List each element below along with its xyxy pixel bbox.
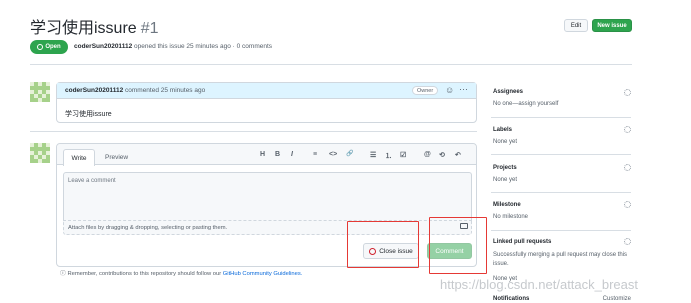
issue-meta: coderSun20201112 opened this issue 25 mi…: [74, 43, 272, 50]
sidebar-divider: [491, 117, 631, 118]
sidebar-divider: [491, 230, 631, 231]
comment-body: 学习使用issure: [65, 111, 112, 118]
mention-icon[interactable]: @: [424, 151, 431, 158]
issue-open-icon: [37, 44, 44, 50]
comment-box: coderSun20201112 commented 25 minutes ag…: [56, 82, 477, 123]
customize-link[interactable]: Customize: [603, 296, 631, 302]
kebab-menu-icon[interactable]: ···: [459, 84, 468, 94]
header-divider: [30, 64, 632, 65]
issue-author-link[interactable]: coderSun20201112: [74, 43, 132, 50]
sidebar-divider: [491, 192, 631, 193]
sidebar-divider: [491, 154, 631, 155]
labels-title: Labels: [493, 127, 513, 133]
status-badge: Open: [30, 40, 68, 54]
tab-write[interactable]: Write: [63, 149, 95, 166]
sidebar-notifications: Notifications Customize: [493, 296, 631, 302]
sidebar-assignees[interactable]: Assignees No one—assign yourself: [493, 89, 558, 107]
edit-button[interactable]: Edit: [564, 19, 588, 32]
link-icon[interactable]: 🔗: [346, 150, 353, 157]
sidebar-milestone[interactable]: Milestone No milestone: [493, 202, 528, 220]
comment-header: coderSun20201112 commented 25 minutes ag…: [57, 83, 476, 99]
info-icon: ⓘ: [60, 271, 66, 277]
saved-reply-icon[interactable]: ↶: [455, 151, 461, 159]
assignees-value[interactable]: No one—assign yourself: [493, 101, 558, 107]
heading-icon[interactable]: H: [260, 151, 265, 158]
task-list-icon[interactable]: ☑: [400, 151, 406, 159]
sidebar-labels[interactable]: Labels None yet: [493, 127, 517, 145]
comment-author-link[interactable]: coderSun20201112: [65, 87, 123, 94]
assignees-title: Assignees: [493, 89, 524, 95]
comment-time: commented 25 minutes ago: [125, 87, 206, 94]
page-title: 学习使用issure #1: [30, 14, 158, 38]
bold-icon[interactable]: B: [275, 151, 280, 158]
italic-icon[interactable]: I: [291, 151, 293, 158]
gear-icon[interactable]: [624, 89, 631, 96]
status-badge-label: Open: [45, 44, 61, 50]
smiley-icon[interactable]: ☺: [445, 85, 454, 95]
contribution-note: ⓘ Remember, contributions to this reposi…: [60, 268, 302, 277]
code-icon[interactable]: <>: [329, 151, 337, 158]
sidebar-projects[interactable]: Projects None yet: [493, 165, 517, 183]
gear-icon[interactable]: [624, 238, 631, 245]
linked-prs-description: Successfully merging a pull request may …: [493, 252, 628, 267]
attach-files-text: Attach files by dragging & dropping, sel…: [68, 225, 228, 231]
textarea-placeholder: Leave a comment: [68, 178, 116, 184]
owner-badge: Owner: [412, 86, 439, 95]
comment-meta: coderSun20201112 commented 25 minutes ag…: [65, 87, 205, 94]
linked-prs-title: Linked pull requests: [493, 239, 552, 245]
gear-icon[interactable]: [624, 126, 631, 133]
comment-textarea[interactable]: Leave a comment: [63, 172, 472, 220]
reference-icon[interactable]: ⟲: [439, 151, 445, 159]
issue-number: #1: [140, 20, 159, 37]
projects-value: None yet: [493, 177, 518, 183]
ordered-list-icon[interactable]: ⒈: [385, 151, 392, 161]
tab-preview[interactable]: Preview: [105, 154, 128, 161]
gear-icon[interactable]: [624, 164, 631, 171]
projects-title: Projects: [493, 165, 517, 171]
avatar[interactable]: [30, 143, 50, 163]
labels-value: None yet: [493, 139, 518, 145]
highlight-comment: [429, 217, 487, 274]
avatar[interactable]: [30, 82, 50, 102]
watermark: https://blog.csdn.net/attack_breast: [440, 277, 639, 292]
issue-meta-text: opened this issue 25 minutes ago · 0 com…: [134, 43, 273, 50]
contribution-note-text: Remember, contributions to this reposito…: [67, 271, 222, 277]
new-issue-button[interactable]: New issue: [592, 19, 632, 32]
quote-icon[interactable]: ≡: [313, 151, 317, 158]
milestone-title: Milestone: [493, 202, 521, 208]
issue-page: 学习使用issure #1 Edit New issue Open coderSu…: [0, 0, 691, 303]
unordered-list-icon[interactable]: ☰: [370, 151, 376, 159]
sidebar-linked-prs[interactable]: Linked pull requests Successfully mergin…: [493, 239, 629, 282]
timeline-divider: [30, 131, 477, 132]
highlight-close-issue: [347, 221, 419, 268]
issue-title: 学习使用issure: [30, 20, 137, 37]
milestone-value: No milestone: [493, 214, 529, 220]
notifications-title: Notifications: [493, 296, 530, 302]
community-guidelines-link[interactable]: GitHub Community Guidelines.: [223, 271, 303, 277]
gear-icon[interactable]: [624, 201, 631, 208]
